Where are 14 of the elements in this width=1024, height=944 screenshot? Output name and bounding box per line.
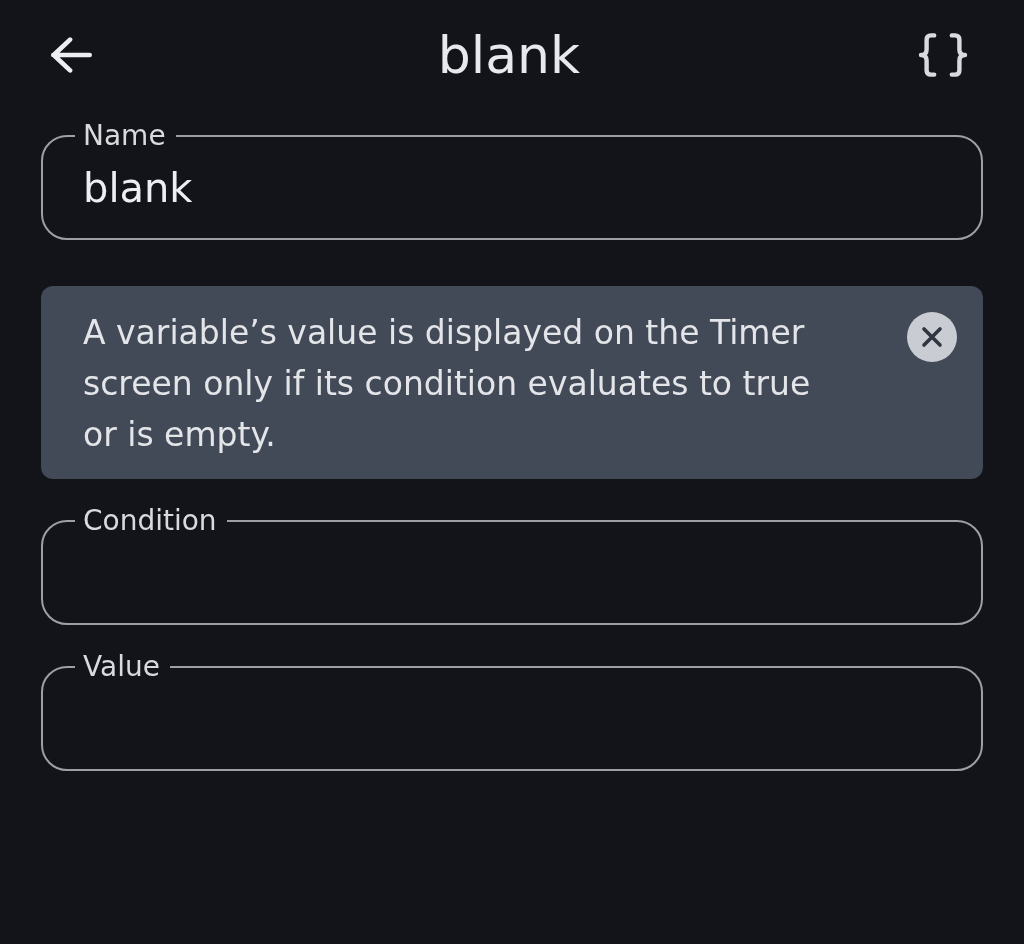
back-arrow-icon (50, 37, 92, 73)
info-text: A variable’s value is displayed on the Timer screen only if its condition evaluates to true or is empty. (83, 312, 812, 456)
back-button[interactable] (50, 37, 92, 73)
close-icon (907, 312, 957, 362)
field-label: Value (82, 652, 161, 682)
text-field[interactable]: Name blank (41, 121, 983, 240)
field-label: Condition (82, 506, 218, 536)
field-label: Name (82, 121, 167, 151)
close-button[interactable] (907, 312, 957, 362)
text-field[interactable]: Value (41, 652, 983, 771)
braces-icon (918, 33, 968, 77)
text-field[interactable]: Condition (41, 506, 983, 625)
screen-title: blank (437, 24, 581, 87)
code-button[interactable] (918, 33, 968, 77)
